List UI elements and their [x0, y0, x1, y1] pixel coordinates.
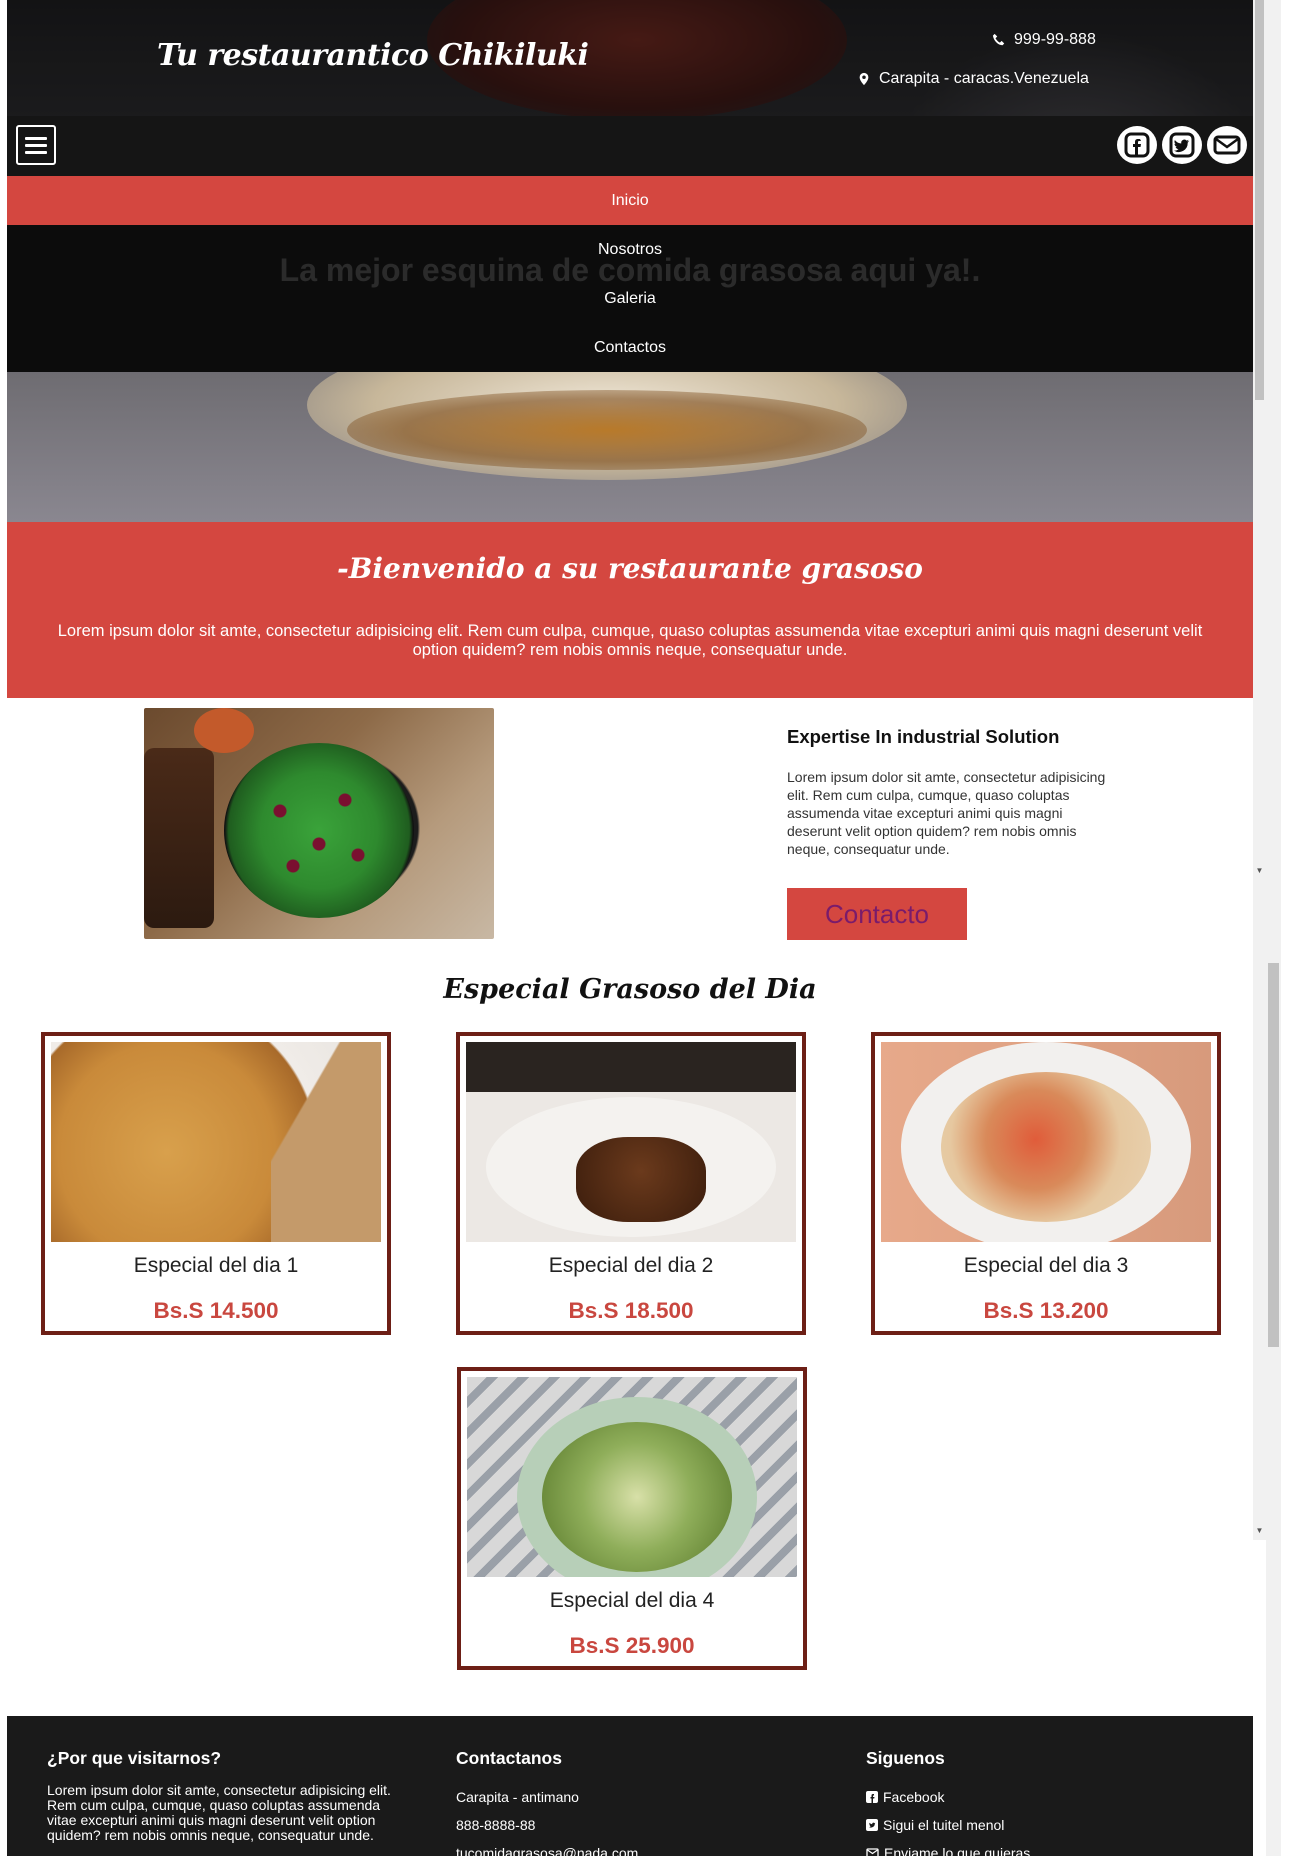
steak-image: [466, 1042, 796, 1242]
header-location-text: Carapita - caracas.Venezuela: [879, 70, 1089, 87]
page-scrollbar[interactable]: [1266, 0, 1281, 1856]
footer-link-email[interactable]: Enviame lo que quieras: [866, 1839, 1030, 1856]
special-name: Especial del dia 4: [549, 1589, 715, 1612]
footer: ¿Por que visitarnos? Lorem ipsum dolor s…: [7, 1716, 1253, 1856]
hamburger-menu-button[interactable]: [16, 125, 56, 165]
facebook-square-icon: [866, 1791, 878, 1803]
header-location: Carapita - caracas.Venezuela: [857, 70, 1089, 88]
facebook-icon: [1124, 132, 1150, 158]
page: Tu restaurantico Chikiluki 999-99-888 Ca…: [7, 0, 1253, 1856]
expertise-title: Expertise In industrial Solution: [787, 726, 1060, 747]
footer-link-facebook[interactable]: Facebook: [866, 1783, 1030, 1811]
pizza-image: [51, 1042, 381, 1242]
special-price: Bs.S 14.500: [153, 1298, 279, 1323]
special-card[interactable]: Especial del dia 2 Bs.S 18.500: [456, 1032, 806, 1335]
noodles-image: [881, 1042, 1211, 1242]
footer-link-label: Sigui el tuitel menol: [883, 1817, 1005, 1833]
footer-link-label: Enviame lo que quieras: [884, 1845, 1031, 1856]
scroll-down-arrow-icon[interactable]: ▼: [1253, 1524, 1266, 1537]
scroll-down-arrow-icon[interactable]: ▼: [1253, 864, 1266, 877]
image-detail: [254, 778, 384, 888]
special-price: Bs.S 25.900: [569, 1633, 695, 1658]
menu-item-galeria[interactable]: Galeria: [7, 274, 1253, 323]
facebook-button[interactable]: [1117, 126, 1157, 164]
expertise-text: Lorem ipsum dolor sit amte, consectetur …: [787, 769, 1106, 857]
envelope-icon: [1213, 135, 1241, 155]
footer-why-title: ¿Por que visitarnos?: [47, 1748, 222, 1768]
image-detail: [144, 748, 214, 928]
special-name: Especial del dia 1: [133, 1254, 299, 1277]
header-phone: 999-99-888: [992, 31, 1096, 49]
footer-address: Carapita - antimano: [456, 1789, 579, 1805]
top-bar: Tu restaurantico Chikiluki 999-99-888 Ca…: [7, 0, 1253, 116]
footer-link-label: Facebook: [883, 1789, 945, 1805]
specials-title: Especial Grasoso del Dia: [443, 974, 817, 1005]
special-card[interactable]: Especial del dia 1 Bs.S 14.500: [41, 1032, 391, 1335]
inner-scrollbar-thumb[interactable]: [1255, 0, 1264, 400]
hamburger-icon-bar: [25, 150, 47, 154]
envelope-icon: [866, 1848, 879, 1856]
footer-why-column: ¿Por que visitarnos? Lorem ipsum dolor s…: [47, 1748, 397, 1843]
navbar: [7, 116, 1253, 176]
map-marker-icon: [859, 72, 869, 86]
image-detail: [194, 708, 254, 753]
special-name: Especial del dia 3: [963, 1254, 1129, 1277]
welcome-section: -Bienvenido a su restaurante grasoso Lor…: [7, 522, 1253, 698]
footer-link-twitter[interactable]: Sigui el tuitel menol: [866, 1811, 1030, 1839]
page-scrollbar-thumb[interactable]: [1268, 963, 1279, 1347]
special-card[interactable]: Especial del dia 4 Bs.S 25.900: [457, 1367, 807, 1670]
menu-item-contactos[interactable]: Contactos: [7, 323, 1253, 372]
salad-image: [144, 708, 494, 939]
header-phone-text: 999-99-888: [1014, 31, 1096, 48]
contacto-button[interactable]: Contacto: [787, 888, 967, 940]
welcome-title: -Bienvenido a su restaurante grasoso: [337, 552, 923, 585]
menu-item-nosotros[interactable]: Nosotros: [7, 225, 1253, 274]
twitter-button[interactable]: [1162, 126, 1202, 164]
hamburger-icon-bar: [25, 143, 47, 147]
welcome-text: Lorem ipsum dolor sit amte, consectetur …: [57, 622, 1203, 659]
phone-icon: [992, 33, 1005, 46]
hamburger-icon-bar: [25, 136, 47, 140]
dropdown-menu: Inicio Nosotros Galeria Contactos: [7, 176, 1253, 372]
inner-scrollbar[interactable]: ▼ ▼: [1253, 0, 1266, 1540]
special-price: Bs.S 13.200: [983, 1298, 1109, 1323]
footer-follow-column: Siguenos Facebook Sigui el tuitel menol …: [866, 1748, 1030, 1856]
footer-email-link[interactable]: tucomidagrasosa@nada.com: [456, 1839, 638, 1856]
twitter-icon: [1169, 132, 1195, 158]
special-price: Bs.S 18.500: [568, 1298, 694, 1323]
footer-contact-column: Contactanos Carapita - antimano 888-8888…: [456, 1748, 638, 1856]
footer-phone: 888-8888-88: [456, 1817, 536, 1833]
special-card[interactable]: Especial del dia 3 Bs.S 13.200: [871, 1032, 1221, 1335]
footer-contact-title: Contactanos: [456, 1748, 562, 1768]
email-button[interactable]: [1207, 126, 1247, 164]
special-name: Especial del dia 2: [548, 1254, 714, 1277]
twitter-square-icon: [866, 1819, 878, 1831]
footer-follow-title: Siguenos: [866, 1748, 945, 1768]
salad-bowl-image: [467, 1377, 797, 1577]
brand-logo[interactable]: Tu restaurantico Chikiluki: [157, 38, 589, 73]
menu-item-inicio[interactable]: Inicio: [7, 176, 1253, 225]
hero-image-syrup: [347, 390, 867, 470]
hero-banner: Tu restaurantico Chikiluki 999-99-888 Ca…: [7, 0, 1253, 522]
footer-why-text: Lorem ipsum dolor sit amte, consectetur …: [47, 1782, 391, 1843]
